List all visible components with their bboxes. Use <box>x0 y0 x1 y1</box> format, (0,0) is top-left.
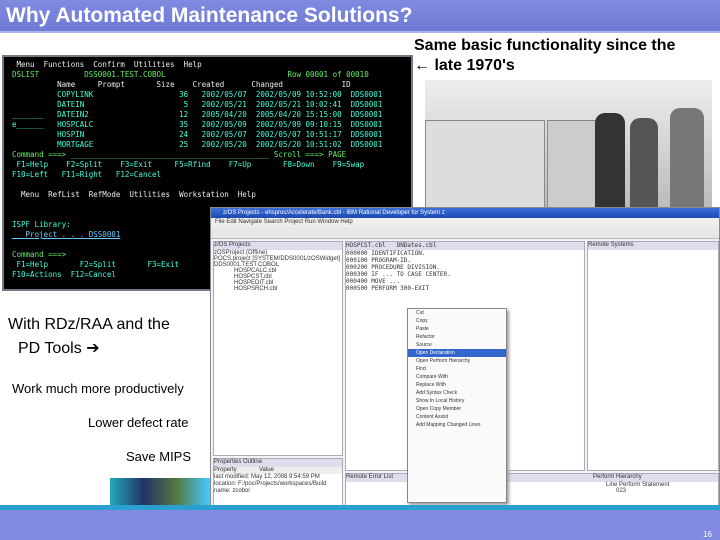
prop-key: location <box>214 481 235 487</box>
code-line: 000500 PERFORM 300-EXIT <box>346 285 430 292</box>
ide-toolbar <box>211 227 719 239</box>
rdz-ide-screenshot: z/OS Projects - ehsproc/Accelerate/Bank.… <box>210 207 720 510</box>
code-line: 000100 PROGRAM-ID. <box>346 257 412 264</box>
vintage-mainframe-photo <box>425 80 712 208</box>
tab-remote: Remote Systems <box>588 242 718 250</box>
terminal-menu2: Menu RefList RefMode Utilities Workstati… <box>12 190 256 199</box>
terminal-row: MORTGAGE 25 2002/05/20 2002/05/20 10:51:… <box>12 140 383 149</box>
context-menu-item[interactable]: Refactor <box>408 333 506 341</box>
context-menu-item[interactable]: Find <box>408 365 506 373</box>
terminal-columns: Name Prompt Size Created Changed ID <box>12 80 351 89</box>
context-menu-item[interactable]: Open Copy Member <box>408 405 506 413</box>
terminal-row: e______ HOSPCALC 35 2002/05/09 2002/05/0… <box>12 120 383 129</box>
context-menu-item[interactable]: Cut <box>408 309 506 317</box>
prop-key: last modified <box>214 474 248 480</box>
context-menu-item[interactable]: Replace With <box>408 381 506 389</box>
terminal-fkeys: F1=Help F2=Split F3=Exit F5=Rfind F7=Up … <box>12 160 365 169</box>
terminal-menu: Menu Functions Confirm Utilities Help <box>12 60 202 69</box>
code-line: 000000 IDENTIFICATION. <box>346 250 426 257</box>
tab-projects: z/OS Projects <box>214 242 342 250</box>
projects-pane: z/OS Projects zOSProject (Offline) POCS.… <box>213 241 343 456</box>
terminal-row: _______ DATEIN2 12 2005/04/20 2005/04/20… <box>12 110 383 119</box>
rdz-text: With RDz/RAA and the <box>8 316 170 333</box>
terminal-row: DATEIN 5 2002/05/21 2002/05/21 10:02:41 … <box>12 100 383 109</box>
context-menu-item[interactable]: Source <box>408 341 506 349</box>
context-menu-item[interactable]: Show In Local History <box>408 397 506 405</box>
tab-outline: Outline <box>243 459 263 465</box>
benefit-defect: Lower defect rate <box>88 415 189 430</box>
context-menu-item[interactable]: Paste <box>408 325 506 333</box>
prop-val: May 12, 2008 9:54:59 PM <box>251 474 320 480</box>
tab-editor1: HOSPCST.cbl <box>346 242 386 249</box>
arrow-right-icon: ➔ <box>86 340 100 357</box>
perform-line: 023 <box>616 488 627 494</box>
terminal-row: HOSPIN 24 2002/05/07 2002/05/07 10:51:17… <box>12 130 383 139</box>
properties-pane: Properties Outline Property Value last mo… <box>213 458 343 509</box>
arrow-left-icon: ← <box>414 57 430 74</box>
context-menu-item[interactable]: Open Declaration <box>408 349 506 357</box>
tab-error-list: Remote Error List <box>346 474 394 480</box>
caption-line1: Same basic functionality since the <box>414 37 676 54</box>
code-line: 000400 MOVE ... <box>346 278 401 285</box>
prop-val: F:/poc/Projects/workspaces/Build <box>238 481 327 487</box>
context-menu-item[interactable]: Content Assist <box>408 413 506 421</box>
remote-systems-pane: Remote Systems <box>587 241 719 471</box>
terminal-header: DSLIST DSS0001.TEST.COBOL Row 00001 of 0… <box>12 70 369 79</box>
context-menu-item[interactable]: Add Mapping Changed Lines <box>408 421 506 429</box>
context-menu-item[interactable]: Compare With <box>408 373 506 381</box>
title-bar: Why Automated Maintenance Solutions? <box>0 0 720 33</box>
code-line: 000300 IF ... TO CASE CENTER. <box>346 271 451 278</box>
ide-menu: File Edit Navigate Search Project Run Wi… <box>211 218 719 227</box>
ide-title: z/OS Projects - ehsproc/Accelerate/Bank.… <box>211 208 719 218</box>
benefit-mips: Save MIPS <box>126 449 192 464</box>
context-menu-item[interactable]: Open Perform Hierarchy <box>408 357 506 365</box>
prop-key: name <box>214 488 230 494</box>
tab-perform-hierarchy: Perform Hierarchy <box>593 474 642 480</box>
prop-val: zcobol <box>232 488 250 494</box>
tab-properties: Properties <box>214 459 242 465</box>
context-menu-item[interactable]: Copy <box>408 317 506 325</box>
tree-item: HOSPSRCH.cbl <box>234 286 278 292</box>
terminal-command: Command ===> ___________________________… <box>12 150 347 159</box>
context-menu-item[interactable]: Add Syntax Check <box>408 389 506 397</box>
footer-bar <box>0 510 720 540</box>
caption: Same basic functionality since the ← lat… <box>414 36 675 76</box>
pd-tools-text: PD Tools ➔ <box>18 338 100 358</box>
code-line: 000200 PROCEDURE DIVISION. <box>346 264 440 271</box>
terminal-fkeys: F10=Left F11=Right F12=Cancel <box>12 170 162 179</box>
tab-editor2: DNDates.cbl <box>396 242 437 249</box>
benefit-productive: Work much more productively <box>12 381 184 396</box>
page-number: 16 <box>703 530 712 539</box>
prop-header-property: Property <box>214 467 237 473</box>
caption-line2: late 1970's <box>434 57 515 74</box>
prop-header-value: Value <box>259 467 274 473</box>
context-menu: Cut Copy Paste Refactor Source Open Decl… <box>407 308 507 503</box>
pd-tools-label: PD Tools <box>18 340 82 357</box>
terminal-row: COPYLINK 36 2002/05/07 2002/05/09 10:52:… <box>12 90 383 99</box>
slide-title: Why Automated Maintenance Solutions? <box>6 4 413 27</box>
